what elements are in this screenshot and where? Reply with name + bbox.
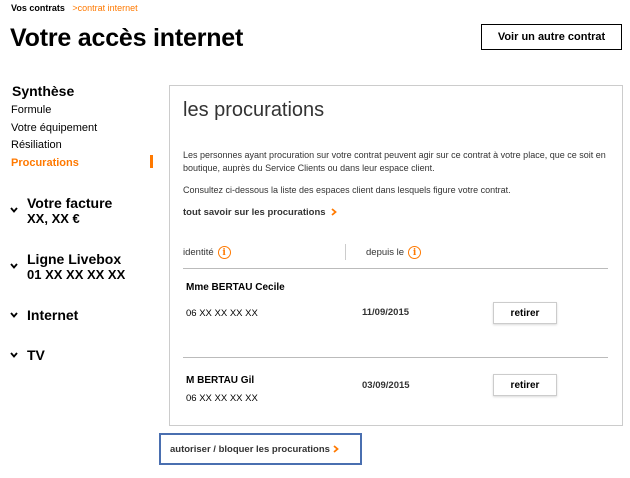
proxy-phone: 06 XX XX XX XX (186, 393, 258, 404)
remove-proxy-button[interactable]: retirer (493, 374, 557, 396)
row-divider (183, 357, 608, 358)
chevron-down-icon (10, 207, 18, 213)
column-header-identity: identité i (183, 246, 231, 259)
sidebar-group-value: XX, XX € (27, 211, 80, 226)
column-header-label: depuis le (366, 247, 405, 258)
sidebar-group-title: Ligne Livebox (27, 251, 122, 267)
proxy-date: 03/09/2015 (362, 380, 410, 391)
proxy-name: Mme BERTAU Cecile (186, 282, 285, 293)
sidebar-link-formule[interactable]: Formule (11, 104, 51, 116)
sidebar-active-indicator (150, 155, 153, 168)
info-icon[interactable]: i (217, 246, 231, 259)
sidebar-group-title: Votre facture (27, 195, 113, 211)
sidebar-group-title: Internet (27, 307, 79, 323)
info-icon[interactable]: i (408, 246, 422, 259)
chevron-right-icon (333, 445, 339, 453)
panel-instructions: Consultez ci-dessous la liste des espace… (183, 185, 511, 195)
learn-more-link[interactable]: tout savoir sur les procurations (183, 207, 338, 218)
chevron-right-icon (331, 208, 338, 217)
panel-description: Les personnes ayant procuration sur votr… (183, 150, 606, 173)
sidebar-group-livebox[interactable]: Ligne Livebox 01 XX XX XX XX (10, 251, 150, 287)
learn-more-label: tout savoir sur les procurations (183, 207, 326, 218)
panel-title: les procurations (183, 99, 325, 121)
sidebar-group-value: 01 XX XX XX XX (27, 267, 126, 282)
sidebar-link-proxies[interactable]: Procurations (11, 157, 79, 169)
sidebar-section-title: Synthèse (12, 83, 75, 99)
column-header-label: identité (183, 247, 214, 258)
page-title: Votre accès internet (10, 24, 244, 52)
column-header-since: depuis le i (366, 246, 422, 259)
sidebar-link-termination[interactable]: Résiliation (11, 139, 62, 151)
sidebar-group-title: TV (27, 347, 45, 363)
sidebar-group-tv[interactable]: TV (10, 347, 150, 365)
sidebar-group-internet[interactable]: Internet (10, 307, 150, 325)
page: Vos contrats >contrat internet Votre acc… (0, 0, 630, 478)
chevron-down-icon (10, 352, 18, 358)
sidebar-link-equipment[interactable]: Votre équipement (11, 122, 97, 134)
authorize-block-label: autoriser / bloquer les procurations (170, 443, 330, 455)
sidebar-group-invoice[interactable]: Votre facture XX, XX € (10, 195, 150, 231)
chevron-down-icon (10, 263, 18, 269)
proxies-panel: les procurations Les personnes ayant pro… (169, 85, 623, 426)
breadcrumb-item-contracts[interactable]: Vos contrats (11, 3, 65, 13)
breadcrumb-item-current: contrat internet (77, 3, 138, 13)
authorize-block-proxies-link[interactable]: autoriser / bloquer les procurations (159, 433, 362, 465)
row-divider (183, 268, 608, 269)
proxy-date: 11/09/2015 (362, 307, 410, 318)
column-separator (345, 244, 346, 260)
remove-proxy-button[interactable]: retirer (493, 302, 557, 324)
chevron-down-icon (10, 312, 18, 318)
proxy-phone: 06 XX XX XX XX (186, 308, 258, 319)
other-contract-button[interactable]: Voir un autre contrat (481, 24, 622, 50)
proxy-name: M BERTAU Gil (186, 375, 255, 386)
breadcrumb: Vos contrats >contrat internet (11, 3, 138, 13)
